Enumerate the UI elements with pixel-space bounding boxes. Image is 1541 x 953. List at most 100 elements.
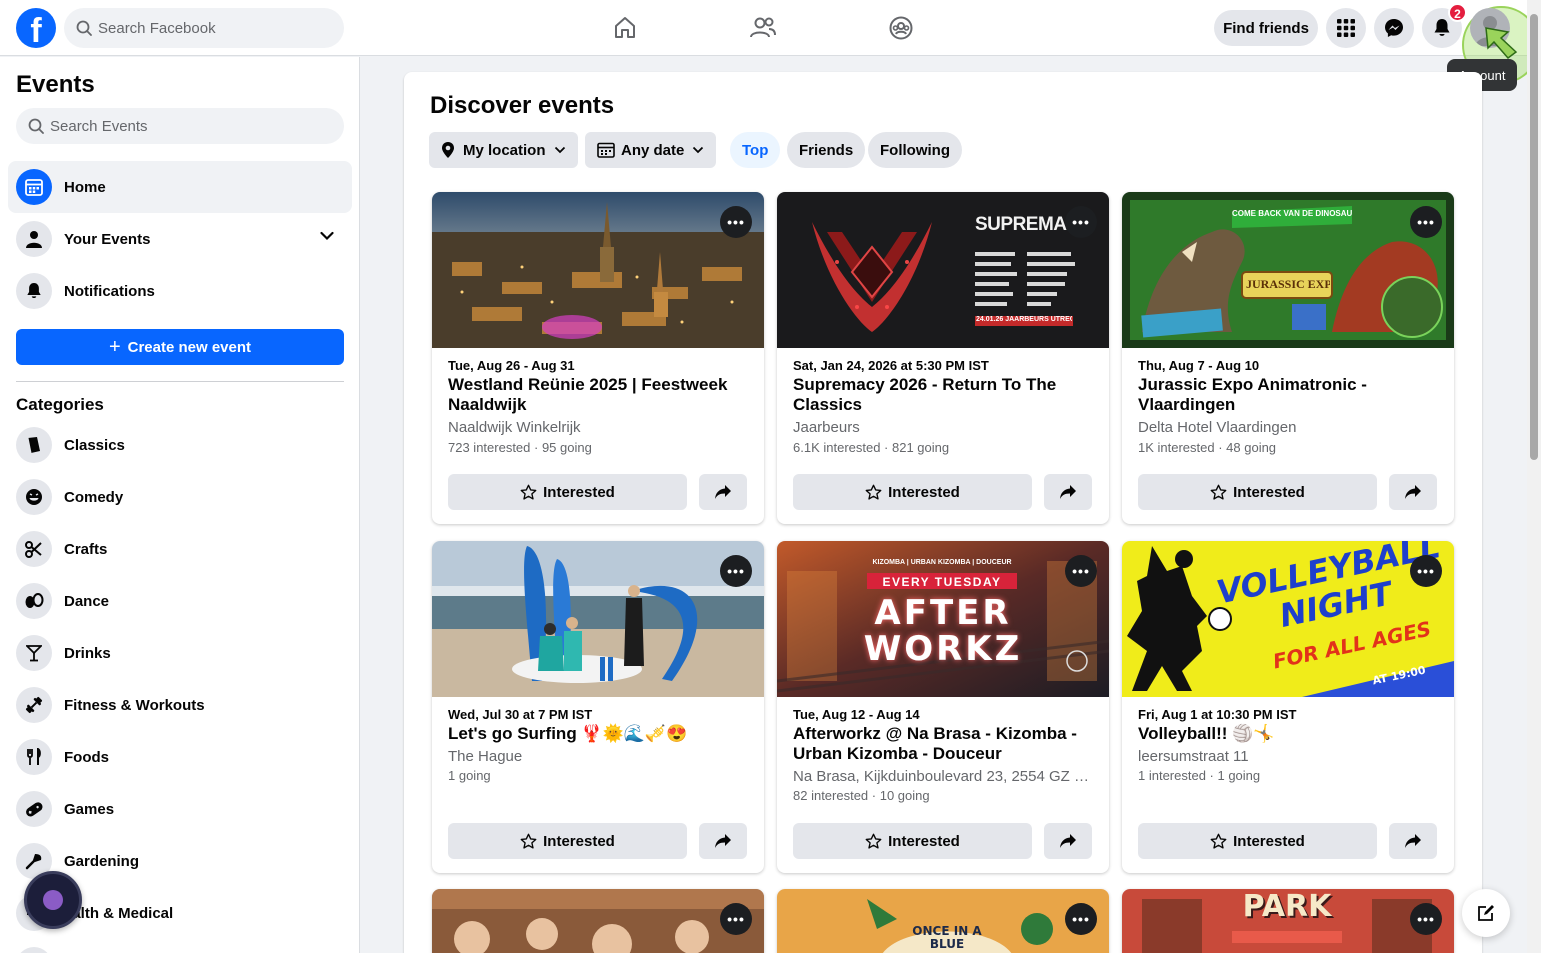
more-options-button[interactable]: ••• [1410, 903, 1442, 935]
menu-button[interactable] [1326, 8, 1366, 48]
event-cover-image [432, 192, 764, 348]
event-title[interactable]: Westland Reünie 2025 | Feestweek Naaldwi… [448, 375, 748, 415]
calendar-icon [597, 142, 615, 158]
category-drinks[interactable]: Drinks [8, 627, 352, 679]
event-location: The Hague [448, 748, 523, 765]
event-date: Sat, Jan 24, 2026 at 5:30 PM IST [793, 358, 989, 373]
chevron-down-icon [554, 146, 565, 154]
home-nav-icon[interactable] [607, 10, 643, 46]
event-card[interactable]: ••• [432, 889, 764, 953]
event-card[interactable]: ONCE IN A BLUE ••• [777, 889, 1109, 953]
scrollbar-thumb[interactable] [1530, 14, 1538, 460]
page-title: Discover events [430, 92, 615, 119]
interested-button[interactable]: Interested [448, 823, 687, 859]
event-card[interactable]: KIZOMBA | URBAN KIZOMBA | DOUCEUR EVERY … [777, 541, 1109, 873]
category-label: Crafts [64, 540, 108, 558]
new-message-button[interactable] [1462, 889, 1510, 937]
interested-button[interactable]: Interested [448, 474, 687, 510]
event-cover-image: VOLLEYBALL NIGHT FOR ALL AGES AT 19:00 [1122, 541, 1454, 697]
interested-button[interactable]: Interested [793, 823, 1032, 859]
interested-button[interactable]: Interested [793, 474, 1032, 510]
poster-subtitle: COME BACK VAN DE DINOSAURUSSEN [1232, 209, 1352, 218]
sidebar-item-your-events[interactable]: Your Events [8, 213, 352, 265]
share-button[interactable] [1044, 474, 1092, 510]
messenger-button[interactable] [1374, 8, 1414, 48]
more-options-button[interactable]: ••• [1410, 206, 1442, 238]
tab-top[interactable]: Top [730, 132, 781, 168]
create-new-event-button[interactable]: + Create new event [16, 329, 344, 365]
more-options-button[interactable]: ••• [1410, 555, 1442, 587]
share-button[interactable] [1389, 823, 1437, 859]
category-label: Foods [64, 748, 109, 766]
event-title[interactable]: Let's go Surfing 🦞🌞🌊🎺😍 [448, 724, 748, 744]
facebook-search-box[interactable] [64, 8, 344, 48]
interested-label: Interested [1233, 832, 1305, 850]
event-card[interactable]: JURASSIC EXPO COME BACK VAN DE DINOSAURU… [1122, 192, 1454, 524]
event-card[interactable]: VOLLEYBALL NIGHT FOR ALL AGES AT 19:00 •… [1122, 541, 1454, 873]
groups-nav-icon[interactable] [883, 10, 919, 46]
gamepad-icon [16, 791, 52, 827]
star-icon [865, 833, 882, 849]
category-comedy[interactable]: Comedy [8, 471, 352, 523]
friends-nav-icon[interactable] [745, 10, 781, 46]
event-stats: 1K interested · 48 going [1138, 440, 1277, 455]
categories-heading: Categories [16, 395, 104, 414]
share-button[interactable] [1044, 823, 1092, 859]
more-options-button[interactable]: ••• [1065, 555, 1097, 587]
category-next[interactable] [8, 939, 352, 953]
tab-following[interactable]: Following [868, 132, 962, 168]
event-date: Thu, Aug 7 - Aug 10 [1138, 358, 1260, 373]
more-options-button[interactable]: ••• [720, 903, 752, 935]
event-stats: 723 interested · 95 going [448, 440, 592, 455]
category-label: Games [64, 800, 115, 818]
category-fitness[interactable]: Fitness & Workouts [8, 679, 352, 731]
notifications-button[interactable]: 2 [1422, 3, 1467, 48]
share-button[interactable] [1389, 474, 1437, 510]
more-options-button[interactable]: ••• [720, 206, 752, 238]
share-button[interactable] [699, 823, 747, 859]
more-options-button[interactable]: ••• [1065, 206, 1097, 238]
find-friends-button[interactable]: Find friends [1214, 10, 1318, 46]
share-button[interactable] [699, 474, 747, 510]
event-card[interactable]: SUPREMACY 24.01.26 JAARBEURS UTRECHT •••… [777, 192, 1109, 524]
facebook-search-input[interactable] [98, 19, 318, 37]
events-search-box[interactable] [16, 108, 344, 144]
event-title[interactable]: Supremacy 2026 - Return To The Classics [793, 375, 1093, 415]
notification-count-badge: 2 [1448, 3, 1467, 22]
category-dance[interactable]: Dance [8, 575, 352, 627]
event-card[interactable]: ••• Tue, Aug 26 - Aug 31 Westland Reünie… [432, 192, 764, 524]
interested-button[interactable]: Interested [1138, 823, 1377, 859]
more-options-button[interactable]: ••• [1065, 903, 1097, 935]
event-stats: 1 interested · 1 going [1138, 768, 1261, 783]
poster-title: JURASSIC EXPO [1246, 277, 1330, 291]
event-title[interactable]: Jurassic Expo Animatronic - Vlaardingen [1138, 375, 1438, 415]
poster-top-line: KIZOMBA | URBAN KIZOMBA | DOUCEUR [872, 559, 1012, 566]
assistant-bubble[interactable] [24, 871, 82, 929]
tab-friends[interactable]: Friends [787, 132, 866, 168]
category-foods[interactable]: Foods [8, 731, 352, 783]
sidebar-item-notifications[interactable]: Notifications [8, 265, 352, 317]
category-classics[interactable]: Classics [8, 419, 352, 471]
create-event-label: Create new event [127, 338, 252, 356]
star-icon [520, 833, 537, 849]
date-filter-dropdown[interactable]: Any date [585, 132, 717, 168]
facebook-logo[interactable]: f [16, 8, 56, 48]
event-cover-image: SUPREMACY 24.01.26 JAARBEURS UTRECHT [777, 192, 1109, 348]
chevron-down-icon[interactable] [320, 231, 334, 241]
event-card[interactable]: ••• Wed, Jul 30 at 7 PM IST Let's go Sur… [432, 541, 764, 873]
event-card[interactable]: PARK ••• [1122, 889, 1454, 953]
category-games[interactable]: Games [8, 783, 352, 835]
more-options-button[interactable]: ••• [720, 555, 752, 587]
interested-label: Interested [888, 832, 960, 850]
interested-label: Interested [543, 483, 615, 501]
page-scrollbar[interactable] [1527, 0, 1541, 953]
interested-button[interactable]: Interested [1138, 474, 1377, 510]
category-crafts[interactable]: Crafts [8, 523, 352, 575]
location-filter-dropdown[interactable]: My location [429, 132, 578, 168]
events-search-input[interactable] [50, 117, 270, 135]
sidebar-item-home[interactable]: Home [8, 161, 352, 213]
event-cover-image: KIZOMBA | URBAN KIZOMBA | DOUCEUR EVERY … [777, 541, 1109, 697]
sidebar-item-label: Your Events [64, 230, 151, 248]
event-title[interactable]: Afterworkz @ Na Brasa - Kizomba - Urban … [793, 724, 1093, 764]
event-title[interactable]: Volleyball!! 🏐🤸 [1138, 724, 1438, 744]
